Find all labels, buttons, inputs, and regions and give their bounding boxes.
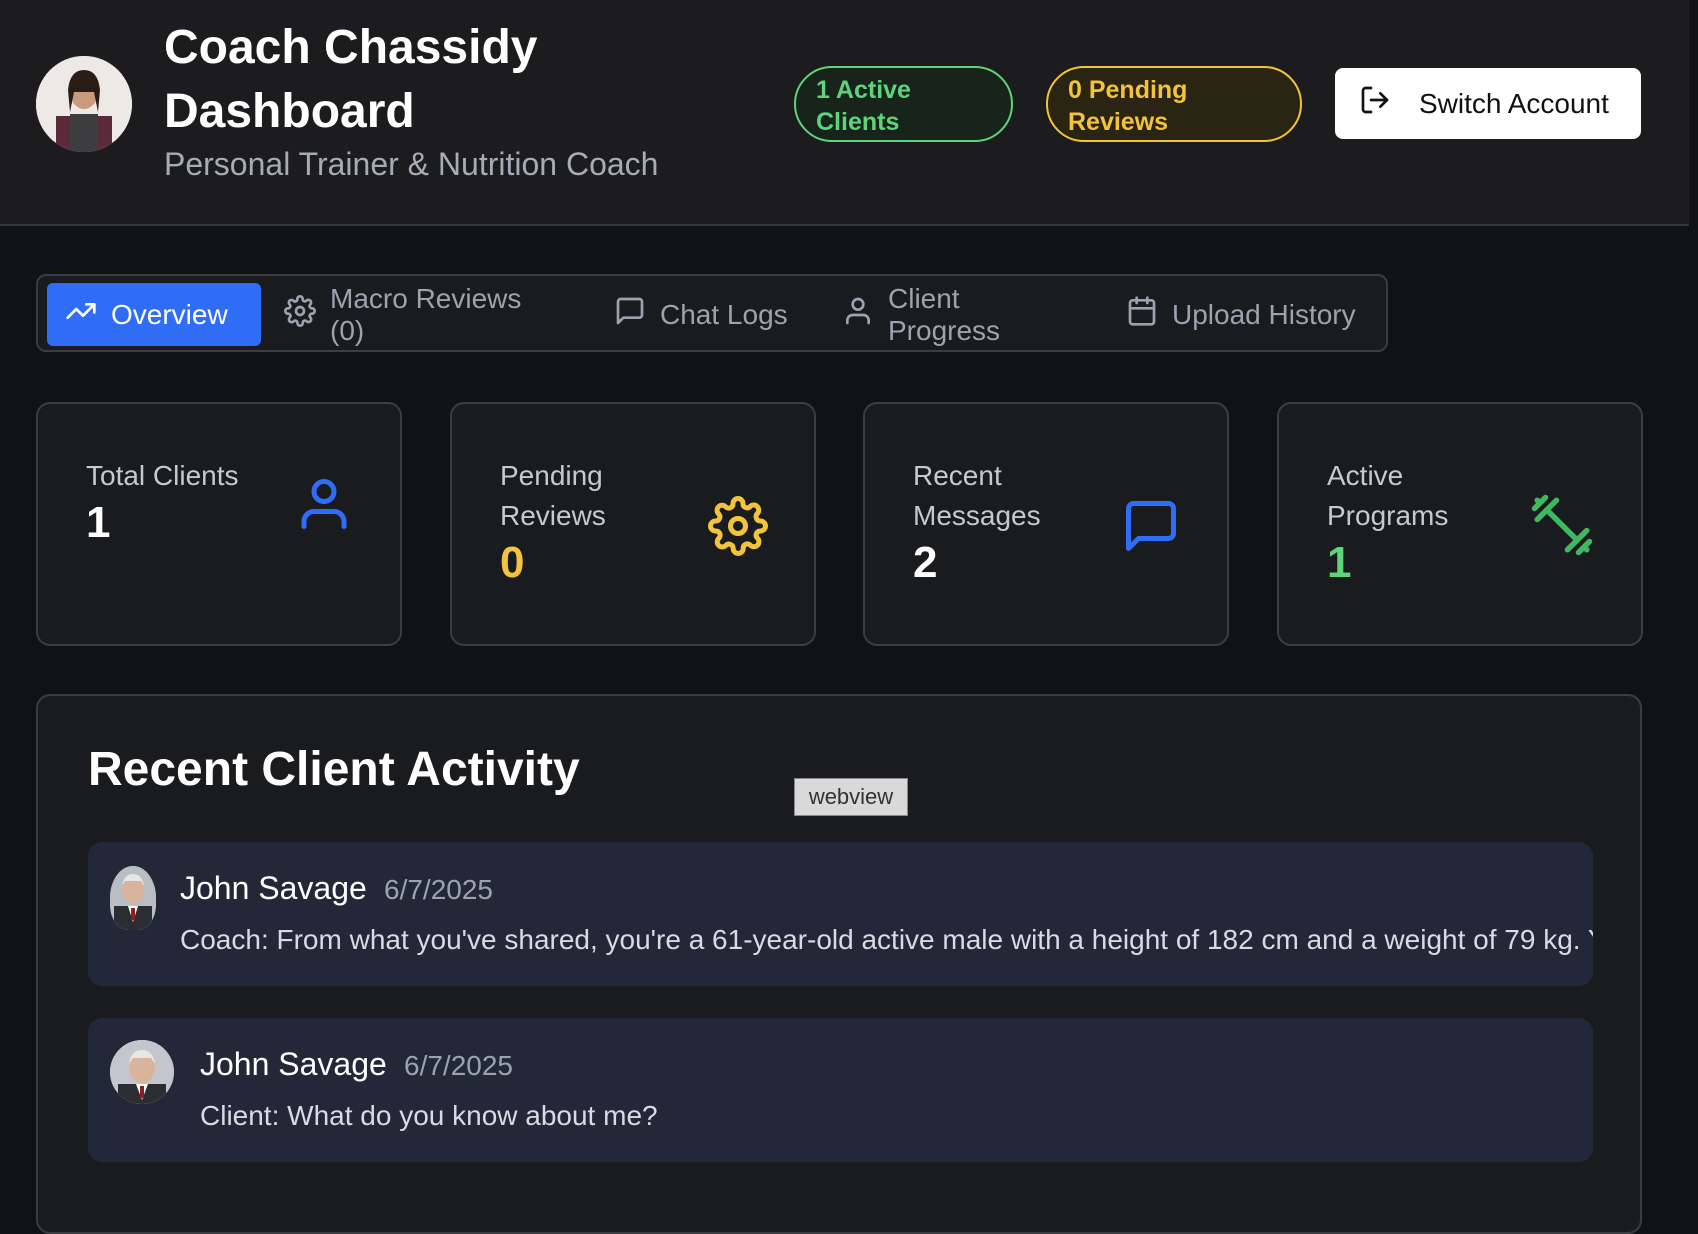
page-subtitle: Personal Trainer & Nutrition Coach <box>164 146 659 182</box>
window-edge <box>1689 0 1698 1206</box>
tab-chat-logs-label: Chat Logs <box>660 298 788 330</box>
tab-client-progress-label: Client Progress <box>888 282 1001 346</box>
gear-icon <box>708 496 768 561</box>
activity-entry[interactable]: John Savage 6/7/2025 Coach: From what yo… <box>88 842 1593 986</box>
switch-account-button[interactable]: Switch Account <box>1335 68 1641 139</box>
tab-bar: Overview Macro Reviews (0) Chat Logs Cli… <box>36 274 1388 352</box>
user-icon <box>842 295 874 334</box>
stat-card-recent-messages: Recent Messages 2 <box>863 402 1229 646</box>
stat-value: 1 <box>1327 538 1352 587</box>
tab-upload-history-label: Upload History <box>1172 298 1356 330</box>
recent-activity-title: Recent Client Activity <box>88 743 580 796</box>
activity-entry[interactable]: John Savage 6/7/2025 Client: What do you… <box>88 1018 1593 1162</box>
stat-card-total-clients: Total Clients 1 <box>36 402 402 646</box>
tab-macro-reviews[interactable]: Macro Reviews (0) <box>266 283 576 346</box>
switch-account-label: Switch Account <box>1419 87 1609 119</box>
tab-upload-history[interactable]: Upload History <box>1108 283 1378 346</box>
client-avatar <box>110 866 156 930</box>
message-square-icon <box>1121 496 1181 561</box>
stat-value: 2 <box>913 538 938 587</box>
tab-chat-logs[interactable]: Chat Logs <box>596 283 810 346</box>
tab-macro-reviews-label: Macro Reviews (0) <box>330 282 522 346</box>
trending-up-icon <box>65 295 97 334</box>
page-title: Coach Chassidy Dashboard <box>164 21 538 138</box>
logout-icon <box>1359 84 1391 123</box>
activity-date: 6/7/2025 <box>384 874 493 905</box>
activity-message: Client: What do you know about me? <box>200 1100 658 1131</box>
stat-value: 0 <box>500 538 525 587</box>
tab-overview[interactable]: Overview <box>47 283 261 346</box>
calendar-icon <box>1126 295 1158 334</box>
webview-tag: webview <box>794 778 908 816</box>
stat-label: Active Programs <box>1327 460 1449 531</box>
gear-icon <box>284 295 316 334</box>
active-clients-badge: 1 Active Clients <box>794 66 1013 142</box>
coach-avatar <box>36 56 132 152</box>
user-icon <box>294 474 354 539</box>
client-name: John Savage <box>180 870 367 906</box>
tab-overview-label: Overview <box>111 298 228 330</box>
client-name: John Savage <box>200 1046 387 1082</box>
stat-label: Total Clients <box>86 460 239 491</box>
activity-date: 6/7/2025 <box>404 1050 513 1081</box>
dashboard-header: Coach Chassidy Dashboard Personal Traine… <box>0 0 1689 226</box>
activity-message: Coach: From what you've shared, you're a… <box>180 924 1593 955</box>
stat-value: 1 <box>86 498 111 547</box>
pending-reviews-badge: 0 Pending Reviews <box>1046 66 1302 142</box>
stat-label: Recent Messages <box>913 460 1041 531</box>
stat-label: Pending Reviews <box>500 460 606 531</box>
stat-card-pending-reviews: Pending Reviews 0 <box>450 402 816 646</box>
stat-card-active-programs: Active Programs 1 <box>1277 402 1643 646</box>
dumbbell-icon <box>1529 492 1595 563</box>
tab-client-progress[interactable]: Client Progress <box>824 283 1088 346</box>
message-square-icon <box>614 295 646 334</box>
client-avatar <box>110 1040 174 1104</box>
recent-activity-panel: Recent Client Activity John Savage 6/7/2… <box>36 694 1642 1234</box>
